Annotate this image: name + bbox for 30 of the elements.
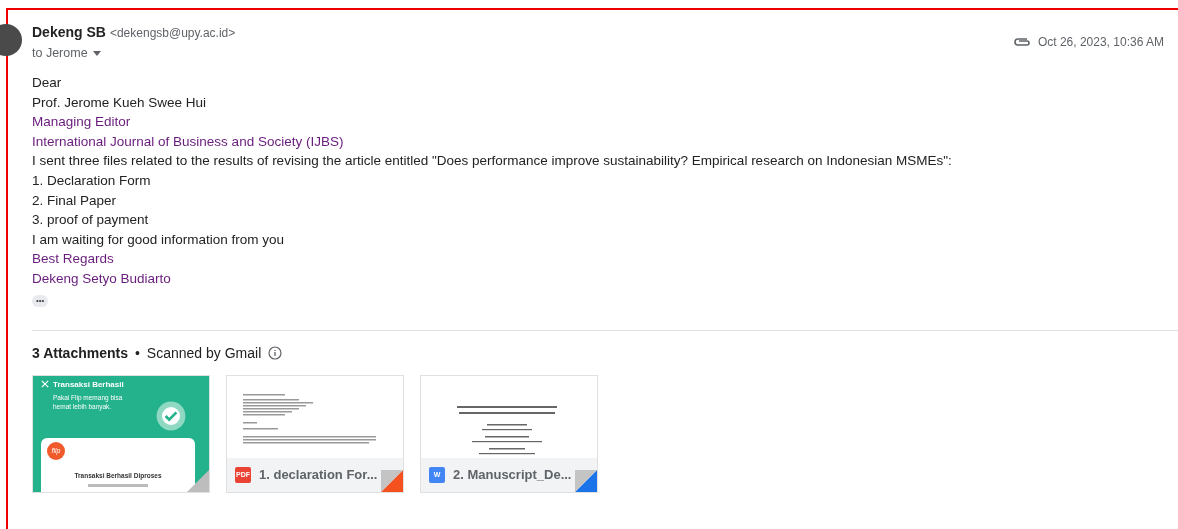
separator-dot: • xyxy=(134,344,140,361)
signature-line: Dekeng Setyo Budiarto xyxy=(32,269,172,288)
close-icon xyxy=(41,380,49,389)
info-icon[interactable] xyxy=(268,345,283,360)
recipient-label: to Jerome xyxy=(32,46,88,60)
scan-note: Scanned by Gmail xyxy=(146,344,262,361)
email-date: Oct 26, 2023, 10:36 AM xyxy=(1037,35,1164,49)
page-fold-icon xyxy=(575,469,597,492)
page-fold-icon xyxy=(381,469,403,492)
page-fold-icon xyxy=(187,469,209,492)
attachment-name[interactable]: 2. Manuscript_De... xyxy=(453,467,572,483)
screenshot-title: Transaksi Berhasil xyxy=(53,379,124,389)
body-line: I sent three files related to the results of revising the article entitled "Does performance improve sustainability? Empirical research on Indonesian MSMEs": xyxy=(32,152,953,171)
signature-line: International Journal of Business and Society (IJBS) xyxy=(32,132,345,151)
dropdown-caret-icon[interactable] xyxy=(92,50,101,56)
body-line: 3. proof of payment xyxy=(32,211,150,230)
sender-name: Dekeng SB xyxy=(32,24,106,40)
signature-line: Managing Editor xyxy=(32,113,132,132)
timestamp-line xyxy=(88,483,148,487)
body-line: I am waiting for good information from you xyxy=(32,230,286,249)
body-line: 2. Final Paper xyxy=(32,191,118,210)
show-trimmed-button[interactable]: ••• xyxy=(32,294,49,307)
body-line: Prof. Jerome Kueh Swee Hui xyxy=(32,93,208,112)
attachments-count: 3 Attachments xyxy=(32,344,128,361)
paperclip-icon xyxy=(1013,37,1030,47)
signature-line: Best Regards xyxy=(32,250,115,269)
body-line: 1. Declaration Form xyxy=(32,171,152,190)
sender-email: <dekengsb@upy.ac.id> xyxy=(109,26,236,40)
attachment-name[interactable]: 1. declaration For... xyxy=(259,467,378,483)
body-line: Dear xyxy=(32,74,63,92)
